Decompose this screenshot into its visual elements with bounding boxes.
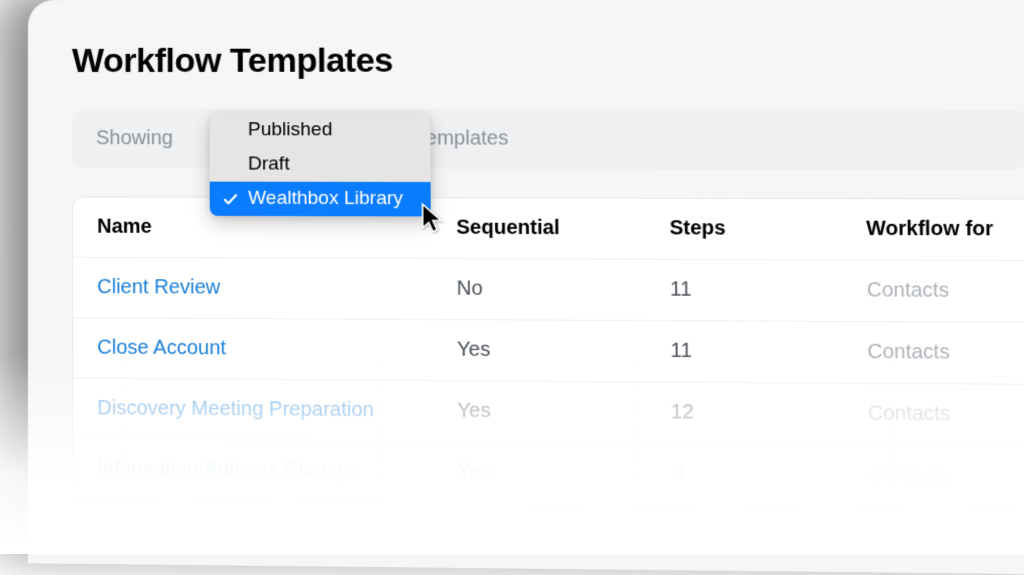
dropdown-option-wealthbox-library[interactable]: Wealthbox Library [210,182,431,217]
cell-steps: 11 [670,278,867,302]
cell-steps: 9 [671,462,868,487]
dropdown-option-published[interactable]: Published [210,113,431,147]
cell-workflow-for: Contacts [869,464,1024,490]
filter-dropdown[interactable]: Published Draft Wealthbox Library [210,113,431,216]
template-link[interactable]: Information/Address Change [97,458,355,483]
col-header-sequential: Sequential [456,217,669,241]
dropdown-option-label: Published [248,119,332,140]
dropdown-option-label: Draft [248,153,290,174]
dropdown-option-label: Wealthbox Library [248,188,403,210]
table-row: Discovery Meeting Preparation Yes 12 Con… [73,379,1024,448]
col-header-steps: Steps [669,217,866,241]
filter-bar: Showing templates Published Draft Wealth… [72,109,1024,170]
cell-sequential: Yes [457,338,671,363]
check-icon [222,191,238,207]
template-link[interactable]: Discovery Meeting Preparation [97,397,374,421]
cell-workflow-for: Contacts [867,279,1024,304]
col-header-workflow-for: Workflow for [866,218,1024,242]
filter-prefix: Showing [96,127,173,150]
cell-sequential: No [457,277,671,301]
filter-suffix: templates [420,127,509,150]
table-row: Close Account Yes 11 Contacts [73,318,1024,385]
table-row: Information/Address Change Yes 9 Contact… [73,439,1024,509]
page-title: Workflow Templates [72,40,1024,81]
col-header-name: Name [97,216,456,240]
table-row: Client Review No 11 Contacts [73,258,1024,324]
template-link[interactable]: Client Review [97,276,220,299]
cell-sequential: Yes [457,461,671,486]
cell-workflow-for: Contacts [868,402,1024,427]
templates-table: Name Sequential Steps Workflow for Clien… [72,196,1024,510]
template-link[interactable]: Close Account [97,336,226,359]
dropdown-option-draft[interactable]: Draft [210,147,431,182]
cell-sequential: Yes [457,399,671,424]
cell-steps: 12 [671,401,868,426]
cell-workflow-for: Contacts [867,341,1024,366]
cell-steps: 11 [670,340,867,365]
window-card: Workflow Templates Showing templates Pub… [28,0,1024,575]
